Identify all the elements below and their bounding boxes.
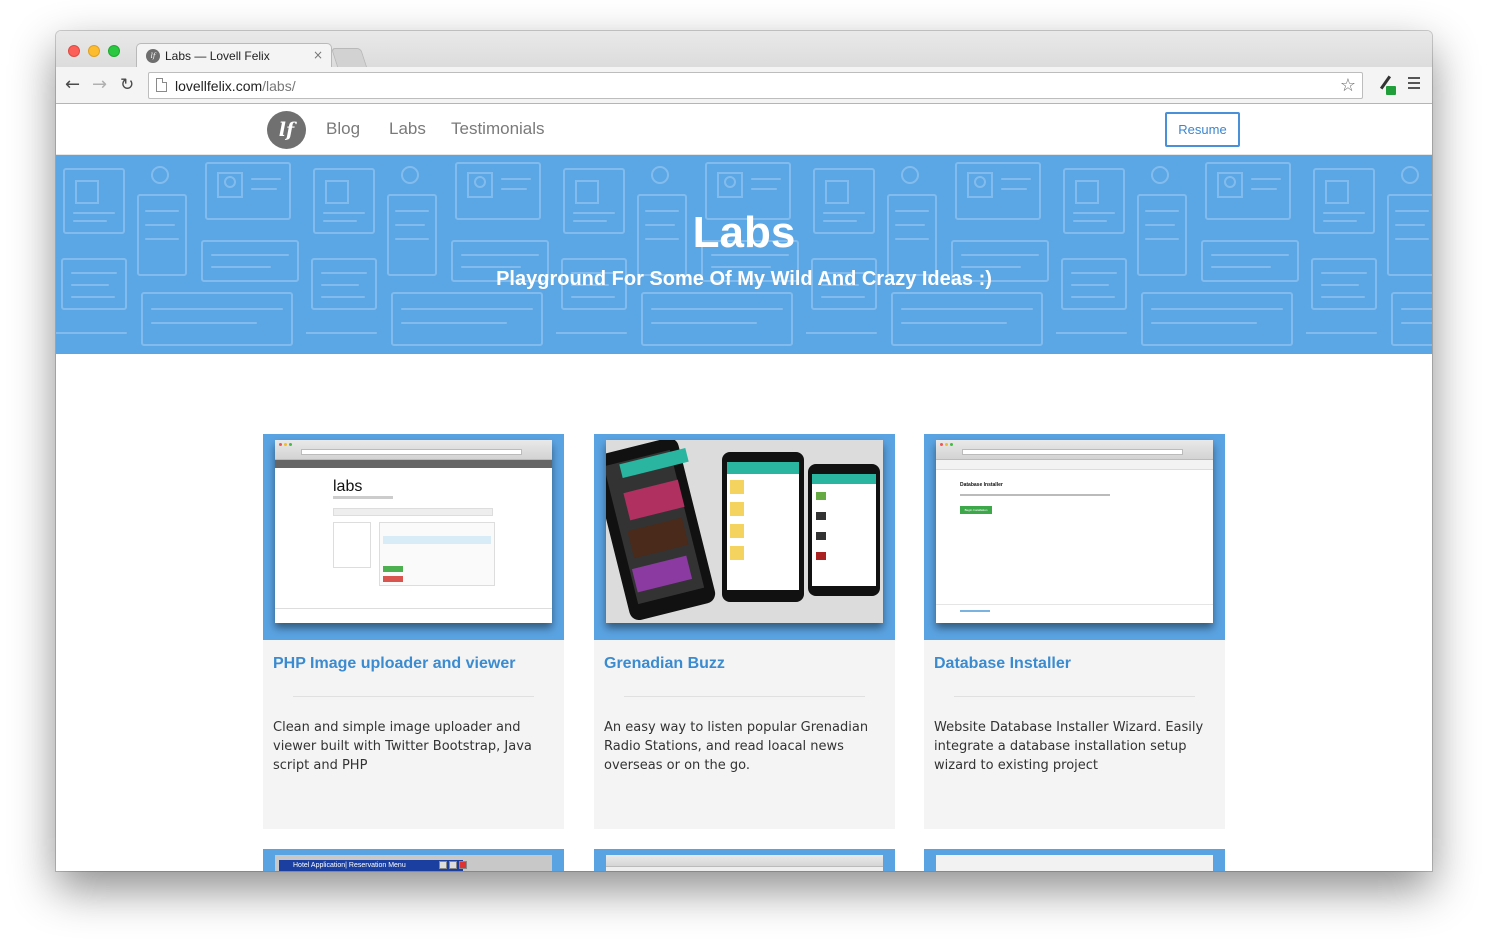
forward-arrow-icon[interactable]: → [92,74,107,96]
star-icon[interactable]: ☆ [1340,75,1356,96]
page-subtitle: Playground For Some Of My Wild And Crazy… [496,268,992,290]
project-card-peek[interactable]: Hotel Application| Reservation Menu [263,849,564,871]
address-bar[interactable]: lovellfelix.com/labs/ ☆ [148,72,1363,99]
browser-toolbar: ← → ↻ lovellfelix.com/labs/ ☆ [56,67,1432,104]
resume-button[interactable]: Resume [1165,112,1240,147]
project-card[interactable]: Database Installer Begin Installation Da… [924,434,1225,829]
close-window-button[interactable] [68,45,80,57]
site-navbar: lf Blog Labs Testimonials Resume [56,104,1432,155]
url-text[interactable]: lovellfelix.com/labs/ [175,78,296,94]
favicon-icon: lf [146,49,160,63]
browser-window: lf Labs — Lovell Felix × ← → ↻ lovellfel… [56,31,1432,871]
project-thumbnail[interactable] [594,434,895,640]
extension-icon[interactable] [1376,74,1398,96]
thumb-heading: Database Installer [960,482,1003,488]
minimize-window-button[interactable] [88,45,100,57]
menu-icon[interactable] [1408,77,1420,92]
project-thumbnail[interactable]: Database Installer Begin Installation [924,434,1225,640]
thumb-button: Begin Installation [960,506,992,514]
screenshot-image: Hotel Application| Reservation Menu [275,855,552,871]
nav-blog-link[interactable]: Blog [326,119,360,139]
page-icon [156,78,167,92]
project-description: Website Database Installer Wizard. Easil… [934,720,1204,773]
url-host: lovellfelix.com [175,78,263,94]
screenshot-image [606,855,883,871]
tab-strip: lf Labs — Lovell Felix × [56,31,1432,68]
card-divider [293,696,534,697]
tab-title: Labs — Lovell Felix [165,49,270,63]
nav-labs-link[interactable]: Labs [389,119,426,139]
url-path: /labs/ [262,78,296,94]
screenshot-image [936,855,1213,871]
page-viewport: lf Blog Labs Testimonials Resume Labs Pl… [56,104,1432,871]
project-card[interactable]: labs PHP Image uploader and viewer Clean… [263,434,564,829]
zoom-window-button[interactable] [108,45,120,57]
phones-image [606,440,883,623]
reload-icon[interactable]: ↻ [120,74,134,96]
hero-banner: Labs Playground For Some Of My Wild And … [56,155,1432,354]
page-title: Labs [692,208,796,257]
project-card[interactable]: Grenadian Buzz An easy way to listen pop… [594,434,895,829]
project-title[interactable]: Grenadian Buzz [604,655,725,673]
project-description: An easy way to listen popular Grenadian … [604,720,869,773]
browser-tab[interactable]: lf Labs — Lovell Felix × [136,43,332,68]
screenshot-image: labs [275,440,552,623]
tab-close-icon[interactable]: × [313,48,323,62]
project-card-peek[interactable] [594,849,895,871]
card-divider [954,696,1195,697]
project-title[interactable]: Database Installer [934,655,1071,673]
card-divider [624,696,865,697]
peek-caption: Hotel Application| Reservation Menu [293,862,406,869]
new-tab-button[interactable] [330,48,368,67]
project-thumbnail[interactable]: labs [263,434,564,640]
nav-testimonials-link[interactable]: Testimonials [451,119,545,139]
site-logo[interactable]: lf [267,111,306,149]
screenshot-image: Database Installer Begin Installation [936,440,1213,623]
project-description: Clean and simple image uploader and view… [273,720,532,773]
project-title[interactable]: PHP Image uploader and viewer [273,655,515,673]
back-arrow-icon[interactable]: ← [65,74,80,96]
project-card-peek[interactable] [924,849,1225,871]
thumb-heading: labs [333,478,363,495]
